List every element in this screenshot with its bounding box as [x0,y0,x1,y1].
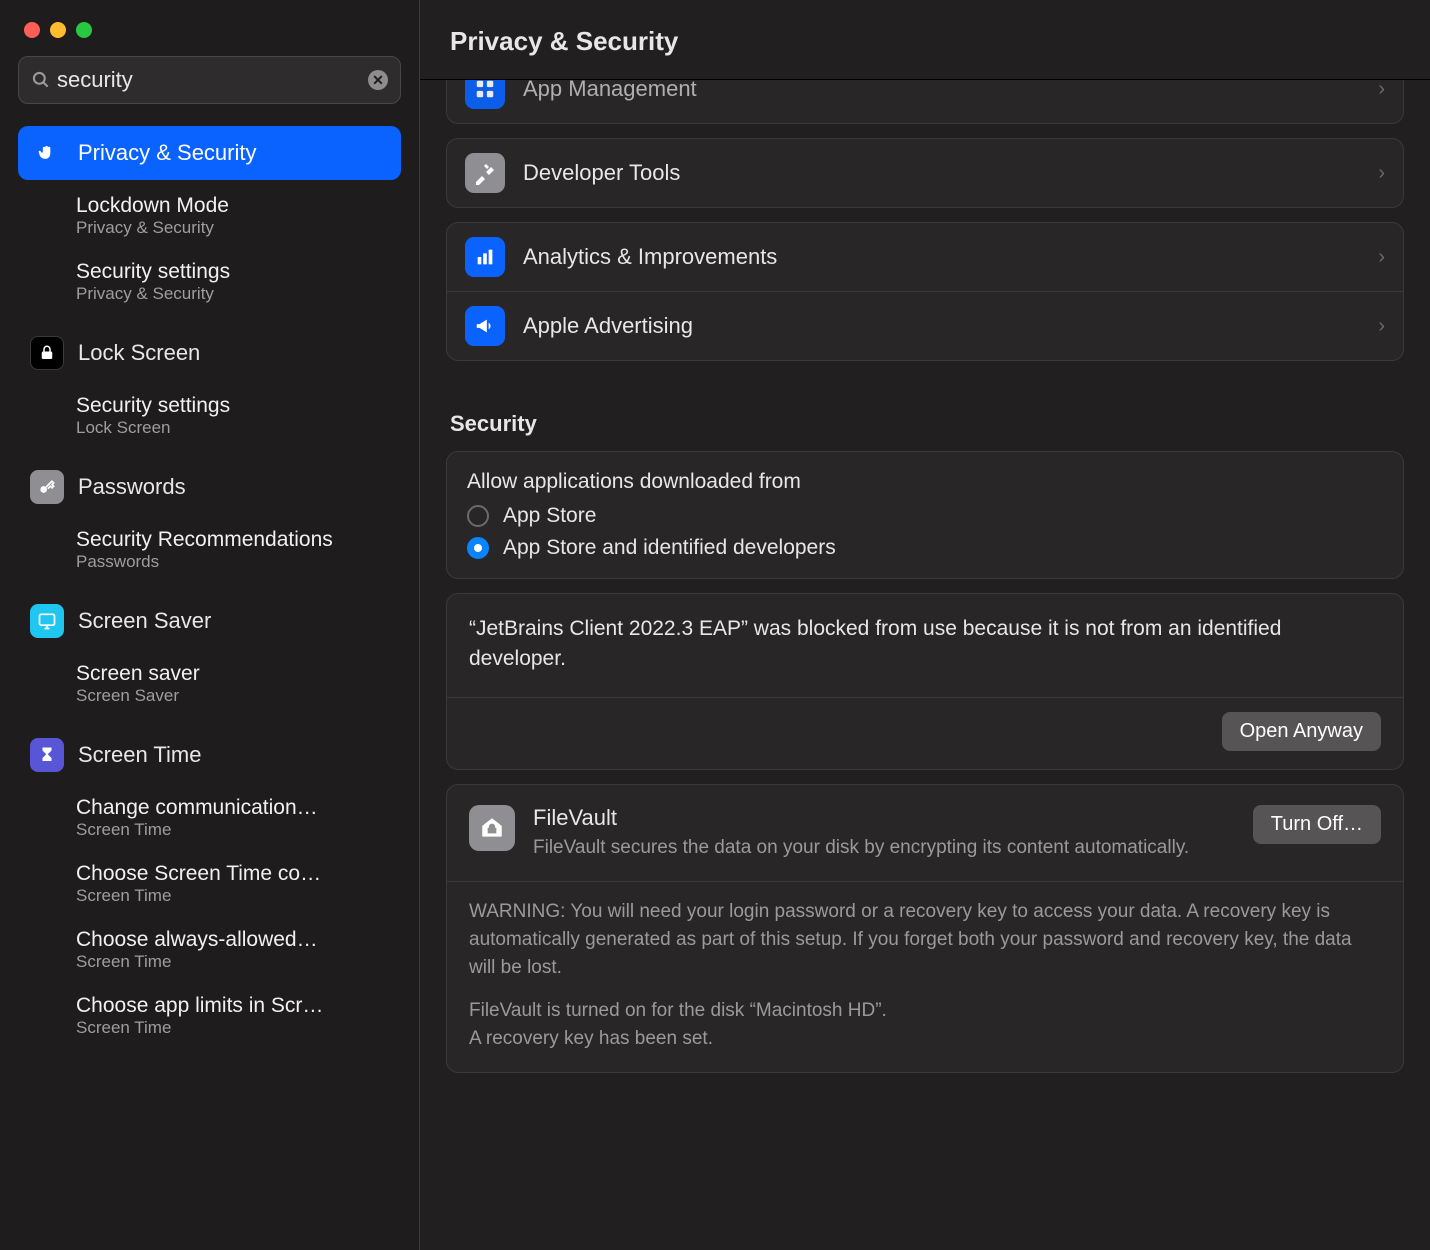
sidebar-subitem-lockscreen-security[interactable]: Security settings Lock Screen [18,390,401,442]
open-anyway-button[interactable]: Open Anyway [1222,712,1381,751]
sidebar-group-passwords: Passwords Security Recommendations Passw… [18,460,401,576]
card-allow-applications: Allow applications downloaded from App S… [446,451,1404,579]
radio-app-store-and-developers[interactable]: App Store and identified developers [467,536,1383,560]
filevault-title: FileVault [533,805,1235,831]
filevault-icon [469,805,515,851]
row-app-management[interactable]: App Management › [446,80,1404,124]
chevron-right-icon: › [1378,80,1385,101]
sidebar-subitem-st-3[interactable]: Choose app limits in Scr… Screen Time [18,990,401,1042]
row-developer-tools[interactable]: Developer Tools › [447,139,1403,207]
hand-icon [30,136,64,170]
divider [447,881,1403,882]
card-analytics-advertising: Analytics & Improvements › Apple Adverti… [446,222,1404,361]
row-apple-advertising[interactable]: Apple Advertising › [447,291,1403,360]
radio-icon [467,505,489,527]
sidebar-item-label: Screen Time [78,742,202,768]
search-input[interactable] [51,65,368,95]
sidebar-item-screen-time[interactable]: Screen Time [18,728,401,782]
card-filevault: FileVault FileVault secures the data on … [446,784,1404,1073]
radio-label: App Store [503,504,596,528]
card-blocked-app: “JetBrains Client 2022.3 EAP” was blocke… [446,593,1404,770]
close-window-button[interactable] [24,22,40,38]
grid-icon [465,80,505,109]
sidebar-subitem-security-recommendations[interactable]: Security Recommendations Passwords [18,524,401,576]
search-icon [31,70,51,90]
sidebar-subitem-st-0[interactable]: Change communication… Screen Time [18,792,401,844]
sidebar-group-screentime: Screen Time Change communication… Screen… [18,728,401,1042]
radio-app-store[interactable]: App Store [467,504,1383,528]
clear-search-button[interactable]: ✕ [368,70,388,90]
sidebar-subitem-st-2[interactable]: Choose always-allowed… Screen Time [18,924,401,976]
sidebar-subitem-lockdown-mode[interactable]: Lockdown Mode Privacy & Security [18,190,401,242]
sidebar-subitem-security-settings[interactable]: Security settings Privacy & Security [18,256,401,308]
sidebar-item-label: Lock Screen [78,340,200,366]
sidebar-group-privacy: Privacy & Security Lockdown Mode Privacy… [18,126,401,308]
blocked-app-message: “JetBrains Client 2022.3 EAP” was blocke… [469,614,1381,675]
sidebar-subitem-screen-saver[interactable]: Screen saver Screen Saver [18,658,401,710]
chevron-right-icon: › [1378,162,1385,185]
sidebar-item-lock-screen[interactable]: Lock Screen [18,326,401,380]
sidebar: ✕ Privacy & Security Lockdown Mode Priva… [0,0,420,1250]
sidebar-subitem-st-1[interactable]: Choose Screen Time co… Screen Time [18,858,401,910]
sidebar-item-label: Passwords [78,474,186,500]
sidebar-item-passwords[interactable]: Passwords [18,460,401,514]
minimize-window-button[interactable] [50,22,66,38]
row-label: Apple Advertising [523,313,693,339]
filevault-status: FileVault is turned on for the disk “Mac… [469,997,1381,1052]
radio-label: App Store and identified developers [503,536,836,560]
search-field[interactable]: ✕ [18,56,401,104]
chevron-right-icon: › [1378,246,1385,269]
maximize-window-button[interactable] [76,22,92,38]
main-scroll[interactable]: App Management › Developer Tools › Analy… [420,80,1430,1250]
filevault-turn-off-button[interactable]: Turn Off… [1253,805,1381,844]
row-label: App Management [523,80,697,102]
lock-icon [30,336,64,370]
filevault-description: FileVault secures the data on your disk … [533,835,1235,862]
sidebar-item-label: Screen Saver [78,608,211,634]
row-label: Developer Tools [523,160,680,186]
sidebar-item-screen-saver[interactable]: Screen Saver [18,594,401,648]
hourglass-icon [30,738,64,772]
radio-icon [467,537,489,559]
sidebar-item-label: Privacy & Security [78,140,257,166]
sidebar-group-lockscreen: Lock Screen Security settings Lock Scree… [18,326,401,442]
row-label: Analytics & Improvements [523,244,777,270]
section-title-security: Security [450,411,1400,437]
divider [447,697,1403,698]
allow-applications-label: Allow applications downloaded from [467,470,1383,494]
chevron-right-icon: › [1378,315,1385,338]
sidebar-item-privacy-security[interactable]: Privacy & Security [18,126,401,180]
row-analytics[interactable]: Analytics & Improvements › [447,223,1403,291]
page-title: Privacy & Security [420,0,1430,80]
megaphone-icon [465,306,505,346]
card-developer-tools: Developer Tools › [446,138,1404,208]
hammer-icon [465,153,505,193]
window-controls [18,14,401,56]
filevault-warning: WARNING: You will need your login passwo… [469,898,1381,981]
main-content: Privacy & Security App Management › Deve… [420,0,1430,1250]
screensaver-icon [30,604,64,638]
chart-icon [465,237,505,277]
key-icon [30,470,64,504]
sidebar-group-screensaver: Screen Saver Screen saver Screen Saver [18,594,401,710]
